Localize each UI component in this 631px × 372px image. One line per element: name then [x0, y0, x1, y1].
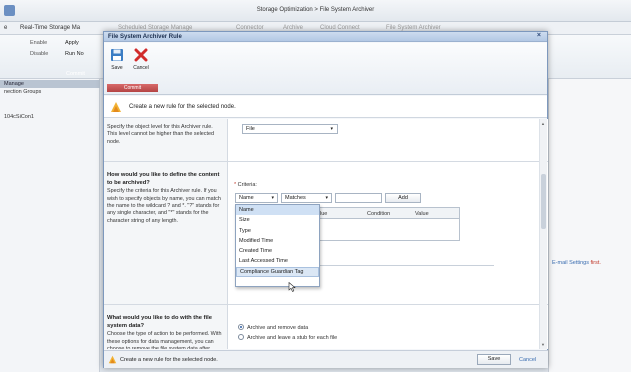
email-settings-link[interactable]: E-mail Settings first. [552, 260, 601, 266]
navigation-panel: nection Groups 104cSiCon1 [0, 79, 100, 372]
dialog-header: File System Archiver Rule × [104, 32, 547, 42]
criteria-field-select[interactable]: Name ▾ [235, 193, 278, 203]
dialog-content: Specify the object level for this Archiv… [104, 119, 548, 349]
section-divider [104, 304, 548, 305]
commit-group-label: Commit [107, 84, 158, 92]
scroll-up-icon[interactable]: ▲ [541, 121, 545, 126]
mouse-pointer-icon [288, 282, 296, 292]
add-criteria-button[interactable]: Add [385, 193, 421, 203]
options-divider [304, 265, 494, 266]
info-bar: Create a new rule for the selected node. [104, 96, 547, 118]
dialog-ribbon: Save Cancel Commit [104, 43, 547, 95]
rule-wizard-icon [111, 102, 121, 112]
criteria-label: * Criteria: [234, 182, 257, 188]
archiver-rule-dialog: File System Archiver Rule × Save Cancel … [103, 31, 548, 368]
commit-tab: Commit [66, 71, 85, 77]
dropdown-option-size[interactable]: Size [236, 215, 319, 225]
radio-selected-icon [238, 324, 244, 330]
dropdown-option-name[interactable]: Name [236, 205, 319, 216]
window-title: Storage Optimization > File System Archi… [256, 7, 375, 13]
dropdown-option-modified-time[interactable]: Modified Time [236, 236, 319, 246]
footer-cancel-link[interactable]: Cancel [519, 357, 536, 363]
run-now-button[interactable]: Run No [65, 51, 84, 57]
criteria-help: How would you like to define the content… [107, 172, 221, 224]
dialog-title: File System Archiver Rule [108, 33, 182, 40]
content-scrollbar[interactable]: ▲ ▼ [539, 119, 547, 349]
cancel-label: Cancel [133, 65, 149, 71]
scrollbar-thumb[interactable] [541, 174, 546, 229]
footer-text: Create a new rule for the selected node. [120, 357, 218, 363]
archive-remove-radio[interactable]: Archive and remove data [238, 324, 308, 331]
app-title-bar: Storage Optimization > File System Archi… [0, 0, 631, 22]
criteria-value-input[interactable] [335, 193, 382, 203]
dialog-footer: Create a new rule for the selected node.… [104, 350, 548, 368]
connection-groups-label: nection Groups [4, 89, 42, 95]
criteria-operator-select[interactable]: Matches ▾ [281, 193, 332, 203]
chevron-down-icon: ▾ [271, 195, 274, 201]
dropdown-option-compliance-guardian-tag[interactable]: Compliance Guardian Tag [236, 266, 319, 278]
save-button[interactable]: Save [106, 48, 128, 71]
section-divider [104, 161, 548, 162]
column-header: Condition [367, 211, 391, 217]
tree-node[interactable]: 104cSiCon1 [4, 114, 34, 120]
chevron-down-icon: ▾ [325, 195, 328, 201]
action-help: What would you like to do with the file … [107, 315, 222, 349]
rule-wizard-icon [108, 355, 117, 364]
column-header: lue [320, 211, 328, 217]
chevron-down-icon: ▾ [330, 126, 333, 132]
cancel-button[interactable]: Cancel [130, 48, 152, 71]
right-panel: E-mail Settings first. [548, 79, 631, 372]
apply-button[interactable]: Apply [65, 40, 79, 46]
scroll-down-icon[interactable]: ▼ [541, 342, 545, 347]
enable-button[interactable]: Enable [30, 40, 47, 46]
dropdown-option-type[interactable]: Type [236, 226, 319, 236]
criteria-field-dropdown: Name Size Type Modified Time Created Tim… [235, 204, 320, 287]
archive-stub-radio[interactable]: Archive and leave a stub for each file [238, 334, 337, 341]
save-label: Save [111, 65, 123, 71]
close-icon[interactable]: × [537, 32, 541, 39]
footer-save-button[interactable]: Save [477, 354, 511, 365]
radio-unselected-icon [238, 334, 244, 340]
object-level-help: Specify the object level for this Archiv… [107, 124, 214, 145]
object-level-select[interactable]: File ▾ [242, 124, 338, 134]
menu-item[interactable]: e [4, 25, 7, 31]
disable-button[interactable]: Disable [30, 51, 48, 57]
red-x-icon [134, 48, 148, 62]
column-header: Value [415, 211, 429, 217]
dropdown-option-last-accessed-time[interactable]: Last Accessed Time [236, 256, 319, 266]
manage-label: Manage [4, 81, 24, 87]
manage-bar: Manage [0, 80, 100, 88]
floppy-disk-icon [111, 49, 123, 61]
info-text: Create a new rule for the selected node. [129, 104, 236, 110]
menu-item-real-time[interactable]: Real-Time Storage Ma [20, 25, 80, 31]
dropdown-option-created-time[interactable]: Created Time [236, 246, 319, 256]
